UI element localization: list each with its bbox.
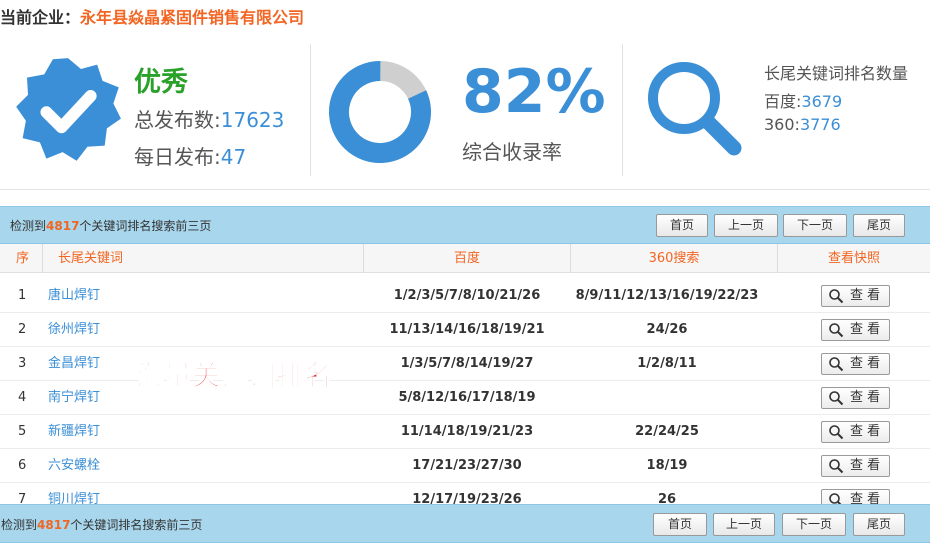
total-publish-value: 17623: [220, 108, 285, 132]
magnifier-icon: [648, 62, 742, 156]
row-baidu-ranks: 1/2/3/5/7/8/10/21/26: [393, 288, 541, 303]
view-snapshot-button[interactable]: 查 看: [821, 353, 890, 375]
table-row: 7 铜川焊钉 12/17/19/23/26 26 查 看: [0, 483, 930, 504]
index-rate-label: 综合收录率: [462, 140, 562, 164]
first-page-button[interactable]: 首页: [656, 214, 708, 237]
search-icon: [829, 391, 844, 406]
view-snapshot-button[interactable]: 查 看: [821, 489, 890, 504]
row-index: 3: [18, 356, 27, 371]
row-keyword-link[interactable]: 唐山焊钉: [48, 279, 100, 313]
search-icon: [829, 289, 844, 304]
next-page-button[interactable]: 下一页: [783, 214, 847, 237]
row-keyword-link[interactable]: 金昌焊钉: [48, 347, 100, 381]
row-baidu-ranks: 11/14/18/19/21/23: [400, 424, 534, 439]
row-keyword-link[interactable]: 徐州焊钉: [48, 313, 100, 347]
row-keyword-link[interactable]: 南宁焊钉: [48, 381, 100, 415]
row-index: 4: [18, 390, 27, 405]
view-snapshot-button[interactable]: 查 看: [821, 387, 890, 409]
summary-text: 检测到4817个关键词排名搜索前三页: [10, 219, 212, 233]
view-snapshot-button[interactable]: 查 看: [821, 421, 890, 443]
summary-text: 检测到4817个关键词排名搜索前三页: [1, 518, 203, 532]
baidu-count: 百度:3679: [764, 92, 843, 111]
summary-count: 4817: [46, 219, 80, 233]
row-360-ranks: 1/2/8/11: [637, 356, 697, 371]
company-label: 当前企业：: [0, 8, 81, 27]
view-snapshot-button[interactable]: 查 看: [821, 319, 890, 341]
verified-check-icon: [16, 58, 121, 161]
prev-page-button[interactable]: 上一页: [714, 214, 778, 237]
row-keyword-link[interactable]: 铜川焊钉: [48, 483, 100, 504]
row-360-ranks: [571, 381, 763, 415]
table-row: 2 徐州焊钉 11/13/14/16/18/19/21 24/26 查 看: [0, 313, 930, 347]
level-text: 优秀: [134, 67, 188, 98]
row-index: 2: [18, 322, 27, 337]
divider: [310, 44, 311, 176]
360-count: 360:3776: [764, 115, 841, 134]
divider: [42, 244, 43, 273]
header-index: 序: [16, 251, 30, 266]
donut-progress-icon: [329, 61, 431, 163]
search-icon: [829, 357, 844, 372]
row-360-ranks: 24/26: [646, 322, 688, 337]
table-row: 5 新疆焊钉 11/14/18/19/21/23 22/24/25 查 看: [0, 415, 930, 449]
total-publish: 总发布数:17623: [134, 108, 285, 132]
pager-bar-bottom: 检测到4817个关键词排名搜索前三页 首页 上一页 下一页 尾页: [0, 504, 930, 543]
prev-page-button[interactable]: 上一页: [713, 513, 775, 536]
row-keyword-link[interactable]: 新疆焊钉: [48, 415, 100, 449]
table-header: 序 长尾关键词 百度 360搜索 查看快照: [0, 244, 930, 273]
last-page-button[interactable]: 尾页: [853, 513, 905, 536]
daily-publish: 每日发布:47: [134, 145, 247, 169]
row-index: 5: [18, 424, 27, 439]
table-row: 1 唐山焊钉 1/2/3/5/7/8/10/21/26 8/9/11/12/13…: [0, 279, 930, 313]
row-baidu-ranks: 12/17/19/23/26: [412, 492, 522, 504]
index-rate-value: 82%: [462, 57, 606, 127]
search-icon: [829, 493, 842, 504]
360-count-value: 3776: [799, 115, 841, 134]
header-snapshot: 查看快照: [827, 251, 880, 266]
baidu-count-value: 3679: [801, 92, 843, 111]
search-icon: [829, 459, 844, 474]
search-icon: [829, 323, 844, 338]
promo-overlay-text: 海量关键词排名: [135, 359, 333, 393]
stats-panel: 优秀 总发布数:17623 每日发布:47 82% 综合收录率 长尾关键词排名数…: [0, 40, 930, 190]
row-360-ranks: 8/9/11/12/13/16/19/22/23: [575, 288, 759, 303]
next-page-button[interactable]: 下一页: [782, 513, 846, 536]
company-name: 永年县焱晶紧固件销售有限公司: [80, 8, 305, 27]
summary-count: 4817: [37, 518, 71, 532]
header-360: 360搜索: [648, 251, 700, 266]
view-snapshot-button[interactable]: 查 看: [821, 285, 890, 307]
row-index: 1: [18, 288, 27, 303]
daily-publish-value: 47: [220, 145, 247, 169]
divider: [622, 44, 623, 176]
first-page-button[interactable]: 首页: [653, 513, 707, 536]
row-baidu-ranks: 11/13/14/16/18/19/21: [389, 322, 545, 337]
row-index: 7: [18, 492, 27, 504]
header-keyword: 长尾关键词: [58, 251, 124, 266]
table-row: 6 六安螺栓 17/21/23/27/30 18/19 查 看: [0, 449, 930, 483]
keyword-rank-title: 长尾关键词排名数量: [764, 64, 909, 83]
row-360-ranks: 26: [657, 492, 677, 504]
header-baidu: 百度: [453, 251, 480, 266]
last-page-button[interactable]: 尾页: [853, 214, 905, 237]
company-line: 当前企业：永年县焱晶紧固件销售有限公司: [0, 4, 305, 27]
row-keyword-link[interactable]: 六安螺栓: [48, 449, 100, 483]
row-baidu-ranks: 1/3/5/7/8/14/19/27: [400, 356, 534, 371]
view-snapshot-button[interactable]: 查 看: [821, 455, 890, 477]
row-baidu-ranks: 5/8/12/16/17/18/19: [398, 390, 536, 405]
search-icon: [829, 425, 844, 440]
row-360-ranks: 18/19: [646, 458, 688, 473]
pager-bar-top: 检测到4817个关键词排名搜索前三页 首页 上一页 下一页 尾页: [0, 206, 930, 244]
row-index: 6: [18, 458, 27, 473]
row-baidu-ranks: 17/21/23/27/30: [412, 458, 522, 473]
row-360-ranks: 22/24/25: [635, 424, 699, 439]
